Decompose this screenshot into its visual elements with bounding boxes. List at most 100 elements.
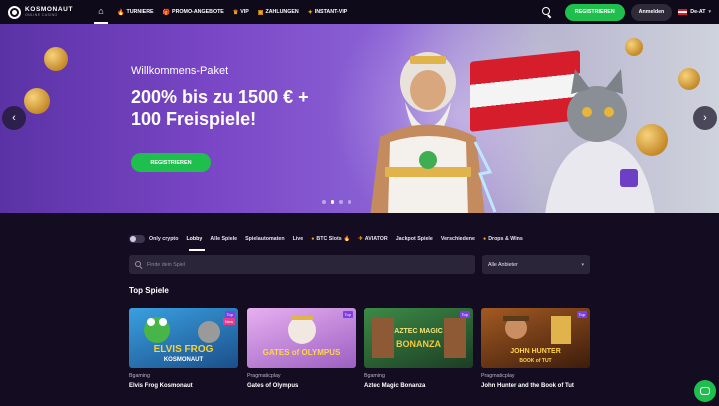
- gold-coin-icon: [678, 68, 700, 90]
- drops-icon: ●: [482, 236, 487, 242]
- tab-alle-spiele[interactable]: Alle Spiele: [210, 236, 237, 242]
- top-badge: Top: [224, 311, 235, 318]
- gold-coin-icon: [625, 38, 643, 56]
- game-name[interactable]: John Hunter and the Book of Tut: [481, 383, 574, 389]
- active-tab-underline: [189, 249, 205, 251]
- carousel-dot[interactable]: [339, 200, 343, 204]
- main-nav: ⌂ 🔥 TURNIERE 🎁 PROMO-ANGEBOTE ♛ VIP ▣ ZAHLUN…: [94, 0, 347, 24]
- tab-label: Jackpot Spiele: [395, 236, 433, 242]
- toggle-switch[interactable]: [129, 235, 145, 243]
- section-title: Top Spiele: [129, 286, 169, 295]
- crown-icon: ♛: [232, 9, 239, 16]
- nav-item-promo[interactable]: 🎁 PROMO-ANGEBOTE: [163, 9, 224, 16]
- card-art-title: ELVIS FROG: [153, 344, 214, 355]
- hero-next-arrow[interactable]: ›: [693, 106, 717, 130]
- game-card-elvis-frog[interactable]: Top New ELVIS FROG KOSMONAUT: [129, 308, 238, 368]
- logo-text: KOSMONAUT ONLINE CASINO: [25, 6, 73, 18]
- home-icon[interactable]: ⌂: [94, 0, 108, 24]
- game-provider: Bgaming: [364, 373, 385, 379]
- tab-btc-slots[interactable]: ● BTC Slots 🔥: [311, 236, 350, 242]
- game-card-gates-of-olympus[interactable]: Top GATES of OLYMPUS: [247, 308, 356, 368]
- game-search[interactable]: [129, 255, 475, 274]
- bitcoin-icon: ●: [311, 236, 315, 242]
- language-selector[interactable]: De-AT ▾: [678, 9, 711, 15]
- top-badge: Top: [342, 311, 353, 318]
- carousel-dot[interactable]: [322, 200, 326, 204]
- game-card-aztec-magic-bonanza[interactable]: Top AZTEC MAGIC BONANZA: [364, 308, 473, 368]
- chat-icon: [700, 387, 710, 395]
- game-name[interactable]: Gates of Olympus: [247, 383, 298, 389]
- game-name[interactable]: Elvis Frog Kosmonaut: [129, 383, 193, 389]
- tab-label: Verschiedene: [440, 236, 475, 242]
- search-icon[interactable]: [541, 6, 553, 18]
- nav-label: PROMO-ANGEBOTE: [172, 9, 224, 15]
- tab-label: Lobby: [186, 236, 203, 242]
- hero-banner[interactable]: Willkommens-Paket 200% bis zu 1500 € + 1…: [0, 24, 719, 213]
- tab-live[interactable]: Live: [293, 236, 304, 242]
- tab-label: BTC Slots: [316, 236, 342, 242]
- carousel-dots: [322, 200, 351, 204]
- new-badge: New: [222, 318, 235, 325]
- aztec-magic-art: [372, 318, 466, 358]
- fire-icon: 🔥: [117, 9, 125, 16]
- logo-sub-text: ONLINE CASINO: [25, 13, 58, 17]
- tab-spielautomaten[interactable]: Spielautomaten: [245, 236, 284, 242]
- star-icon: ✦: [307, 9, 313, 16]
- category-filter-bar: Only crypto Lobby Alle Spiele Spielautom…: [129, 232, 523, 246]
- hero-offer: 200% bis zu 1500 € + 100 Freispiele!: [131, 87, 309, 129]
- language-label: De-AT: [690, 9, 706, 15]
- crypto-toggle[interactable]: Only crypto: [129, 235, 178, 243]
- game-provider: Bgaming: [129, 373, 150, 379]
- provider-select[interactable]: Alle Anbieter ▾: [482, 255, 590, 274]
- nav-label: INSTANT-VIP: [314, 9, 348, 15]
- tab-verschiedene[interactable]: Verschiedene: [441, 236, 475, 242]
- chevron-down-icon: ▾: [708, 9, 711, 15]
- hero-register-button[interactable]: REGISTRIEREN: [131, 153, 211, 172]
- game-name[interactable]: Aztec Magic Bonanza: [364, 383, 425, 389]
- crypto-toggle-label: Only crypto: [149, 236, 179, 242]
- wallet-icon: ▣: [257, 9, 264, 16]
- card-art-title: JOHN HUNTER: [510, 348, 561, 355]
- top-header: KOSMONAUT ONLINE CASINO ⌂ 🔥 TURNIERE 🎁 PRO…: [0, 0, 719, 24]
- card-art-title: AZTEC MAGIC: [394, 328, 443, 335]
- carousel-dot[interactable]: [330, 200, 334, 204]
- zeus-illustration: [370, 52, 497, 213]
- hero-title: Willkommens-Paket: [131, 65, 229, 77]
- nav-item-vip[interactable]: ♛ VIP: [233, 9, 249, 16]
- game-search-input[interactable]: [147, 261, 447, 268]
- tab-drops-wins[interactable]: ● Drops & Wins: [483, 236, 523, 242]
- game-provider: Pragmaticplay: [247, 373, 281, 379]
- login-button[interactable]: Anmelden: [630, 3, 673, 21]
- game-card-john-hunter[interactable]: Top JOHN HUNTER BOOK of TUT: [481, 308, 590, 368]
- tab-lobby[interactable]: Lobby: [186, 236, 202, 242]
- top-badge: Top: [459, 311, 470, 318]
- astronaut-cat-illustration: [545, 69, 655, 213]
- gift-icon: 🎁: [162, 9, 171, 16]
- card-art-subtitle: BONANZA: [396, 339, 441, 349]
- austria-flag-icon: [678, 9, 688, 15]
- nav-item-zahlungen[interactable]: ▣ ZAHLUNGEN: [258, 9, 299, 16]
- nav-item-turniere[interactable]: 🔥 TURNIERE: [117, 9, 154, 16]
- gold-coin-icon: [44, 47, 68, 71]
- nav-label: TURNIERE: [126, 9, 154, 15]
- tab-label: Drops & Wins: [488, 236, 523, 242]
- chevron-down-icon: ▾: [581, 261, 584, 268]
- register-button[interactable]: REGISTRIEREN: [564, 3, 625, 21]
- top-badge: Top: [576, 311, 587, 318]
- tab-jackpot-spiele[interactable]: Jackpot Spiele: [396, 236, 433, 242]
- tab-label: Spielautomaten: [245, 236, 285, 242]
- nav-label: ZAHLUNGEN: [265, 9, 299, 15]
- plane-icon: ✈: [358, 236, 363, 242]
- tab-aviator[interactable]: ✈ AVIATOR: [358, 236, 387, 242]
- kosmonaut-logo[interactable]: KOSMONAUT ONLINE CASINO: [8, 5, 88, 19]
- tab-label: AVIATOR: [364, 236, 388, 242]
- live-chat-button[interactable]: [694, 380, 716, 402]
- carousel-dot[interactable]: [347, 200, 351, 204]
- search-icon: [135, 261, 142, 268]
- hero-prev-arrow[interactable]: ‹: [2, 106, 26, 130]
- card-art-title: GATES of OLYMPUS: [262, 348, 341, 357]
- card-art-subtitle: KOSMONAUT: [163, 357, 204, 363]
- nav-item-instant-vip[interactable]: ✦ INSTANT-VIP: [308, 9, 348, 16]
- provider-select-value: Alle Anbieter: [488, 261, 518, 268]
- logo-icon: [8, 5, 21, 19]
